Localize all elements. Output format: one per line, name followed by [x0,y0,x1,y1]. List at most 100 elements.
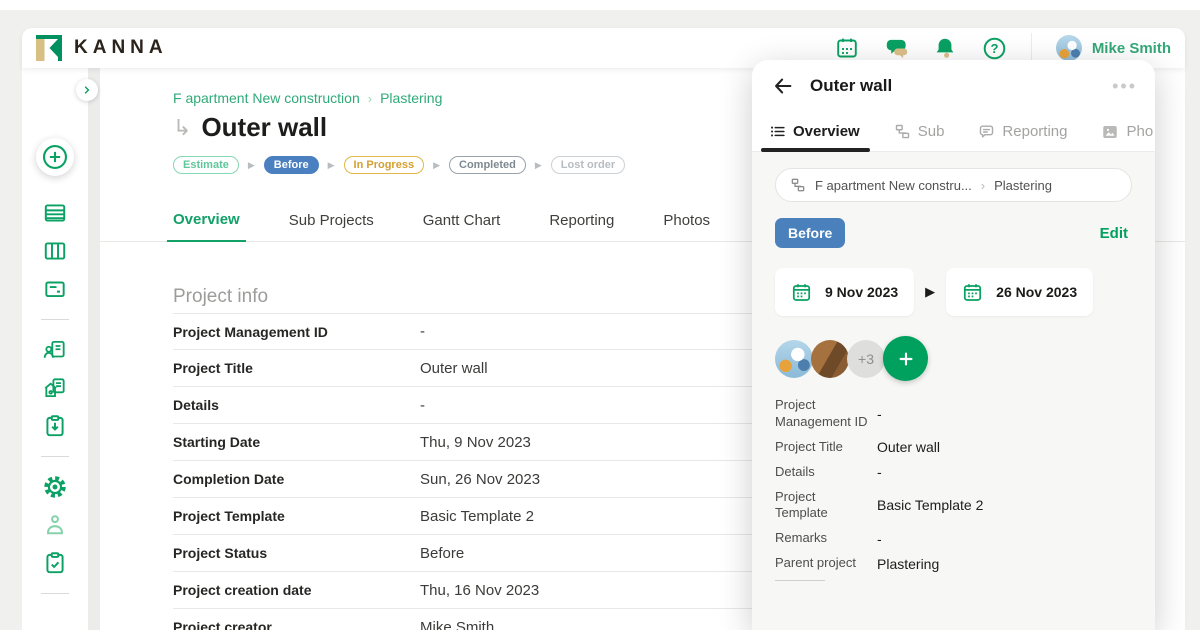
section-title: Project info [173,286,269,307]
drawer-breadcrumb[interactable]: F apartment New constru... › Plastering [775,168,1132,202]
user-name: Mike Smith [1091,39,1171,57]
plus-icon [899,352,912,365]
field-value: - [877,464,882,481]
drawer-title: Outer wall [810,76,893,95]
site-document-icon[interactable] [41,374,69,402]
back-icon[interactable] [770,73,796,99]
field-label: Project Management ID [775,397,868,429]
row-label: Project Status [173,545,268,561]
hierarchy-icon [791,178,805,192]
row-value: Outer wall [420,359,488,377]
clipboard-download-icon[interactable] [41,412,69,440]
status-pill-in-progress[interactable]: In Progress [343,156,425,174]
row-label: Project Management ID [173,323,328,340]
status-pill-before[interactable]: Before [263,156,319,174]
row-value: Before [420,544,465,562]
status-badge[interactable]: Before [775,218,846,248]
comment-icon [980,125,994,138]
drawer-breadcrumb-current: Plastering [994,177,1052,193]
status-pill-estimate[interactable]: Estimate [173,156,239,174]
subproject-arrow-icon: ↳ [173,114,192,140]
start-date-field[interactable]: 9 Nov 2023 [775,268,915,316]
page-title: Outer wall [201,112,328,142]
add-project-button[interactable] [36,138,74,176]
row-label: Starting Date [173,434,261,450]
board-columns-icon[interactable] [41,237,69,265]
edit-button[interactable]: Edit [1100,225,1128,242]
hierarchy-icon [895,124,909,139]
drawer-tab-label: Reporting [1002,123,1068,140]
calendar-icon [964,283,982,301]
add-member-button[interactable] [883,336,928,381]
card-view-icon[interactable] [41,275,69,303]
breadcrumb-parent-link[interactable]: F apartment New construction [173,90,360,106]
status-arrow-icon: ▶ [433,159,440,170]
project-list-icon[interactable] [41,199,69,227]
drawer-tab-photos[interactable]: Pho [1097,112,1155,152]
client-document-icon[interactable] [41,336,69,364]
row-label: Project creation date [173,582,312,598]
status-arrow-icon: ▶ [327,159,335,170]
status-arrow-icon: ▶ [534,159,542,170]
drawer-tab-sub[interactable]: Sub [890,112,949,152]
more-options-icon[interactable]: ••• [1112,76,1137,97]
field-row: Remarks - [775,530,1132,547]
row-label: Project Template [173,508,285,524]
kanna-logo-icon [36,35,62,61]
field-row: Project Template Basic Template 2 [775,489,1132,523]
drawer-breadcrumb-parent: F apartment New constru... [815,177,972,193]
field-value: - [877,405,882,422]
status-pill-lost-order[interactable]: Lost order [550,156,626,174]
member-avatar[interactable] [811,339,849,378]
status-flow: Estimate ▶ Before ▶ In Progress ▶ Comple… [173,156,626,174]
field-label: Project Title [775,438,843,454]
field-value: Plastering [877,555,940,572]
settings-gear-icon[interactable] [41,473,69,501]
end-date-field[interactable]: 26 Nov 2023 [946,268,1094,316]
calendar-icon[interactable] [835,36,860,61]
tab-photos[interactable]: Photos [657,212,716,241]
field-divider [775,580,825,582]
drawer-tab-label: Sub [917,123,945,140]
field-label: Parent project [775,555,856,571]
svg-text:?: ? [990,41,998,56]
clipboard-check-icon[interactable] [41,549,69,577]
chat-icon[interactable] [884,36,909,61]
photo-icon [1103,125,1118,138]
drawer-breadcrumb-separator: › [980,177,986,193]
row-value: Sun, 26 Nov 2023 [420,470,541,488]
status-arrow-icon: ▶ [247,159,255,170]
sidebar-gutter [88,68,100,630]
drawer-header: Outer wall ••• [752,60,1155,112]
sidebar-divider [41,593,69,594]
row-label: Project Title [173,360,253,376]
tab-gantt-chart[interactable]: Gantt Chart [417,212,507,241]
drawer-tab-overview[interactable]: Overview [761,112,870,152]
user-menu[interactable]: Mike Smith [1055,35,1171,61]
start-date-value: 9 Nov 2023 [825,284,899,300]
field-row: Parent project Plastering [775,555,1132,572]
tab-overview[interactable]: Overview [167,211,246,242]
help-icon[interactable]: ? [982,36,1007,61]
member-avatars: +3 [775,336,1132,381]
profile-person-icon[interactable] [41,511,69,539]
status-pill-completed[interactable]: Completed [449,156,526,174]
field-row: Project Management ID - [775,397,1132,431]
drawer-tab-label: Overview [793,123,860,140]
row-value: Mike Smith [420,618,495,630]
sidebar-divider [41,456,69,457]
calendar-icon [792,283,811,301]
top-strip [0,0,1200,10]
left-sidebar [22,68,88,630]
notification-bell-icon[interactable] [933,36,958,61]
kanna-logo[interactable]: KANNA [36,35,168,61]
tab-reporting[interactable]: Reporting [543,212,620,241]
breadcrumb-current-link[interactable]: Plastering [380,90,442,106]
drawer-tab-bar: Overview Sub Reporting Pho [752,112,1155,152]
project-detail-drawer: Outer wall ••• Overview Sub Reporting Ph… [752,60,1155,630]
member-avatar[interactable] [775,339,813,378]
drawer-tab-reporting[interactable]: Reporting [974,112,1071,152]
member-overflow-badge[interactable]: +3 [847,339,885,378]
sidebar-expand-button[interactable] [76,79,98,101]
tab-sub-projects[interactable]: Sub Projects [283,212,380,241]
